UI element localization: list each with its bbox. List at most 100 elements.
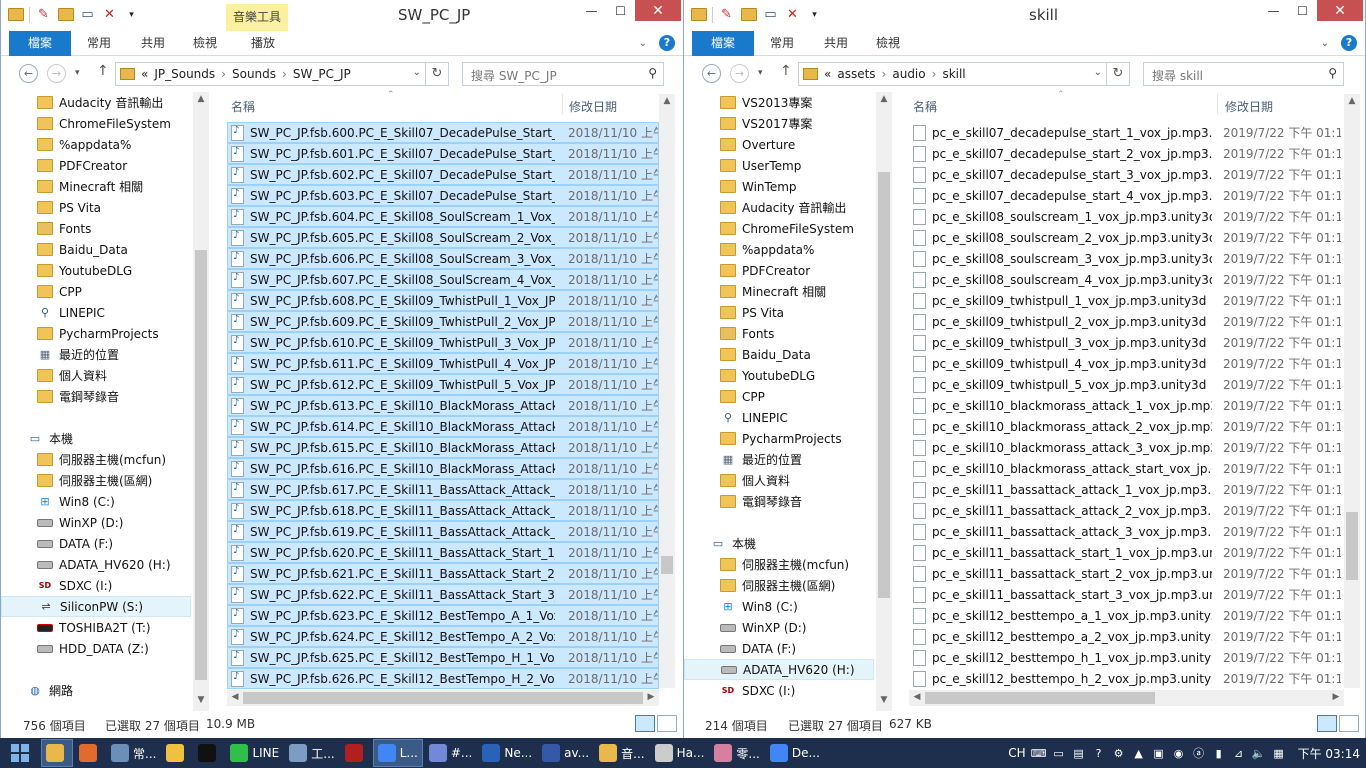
expand-ribbon-icon[interactable]: ⌄ (1321, 38, 1329, 49)
tab-view[interactable]: 檢視 (862, 31, 914, 56)
file-row[interactable]: pc_e_skill09_twhistpull_1_vox_jp.mp3.uni… (909, 290, 1342, 311)
file-row[interactable]: SW_PC_JP.fsb.615.PC_E_Skill10_BlackMoras… (227, 437, 659, 458)
power-icon[interactable]: ▮ (1212, 746, 1226, 760)
file-row[interactable]: pc_e_skill11_bassattack_start_3_vox_jp.m… (909, 584, 1342, 605)
nav-item[interactable]: Fonts (684, 323, 874, 344)
file-row[interactable]: pc_e_skill08_soulscream_4_vox_jp.mp3.uni… (909, 269, 1342, 290)
tab-home[interactable]: 常用 (754, 31, 810, 56)
file-row[interactable]: pc_e_skill07_decadepulse_start_1_vox_jp.… (909, 122, 1342, 143)
nav-item[interactable]: YoutubeDLG (684, 365, 874, 386)
taskbar-item[interactable] (194, 739, 224, 767)
scroll-down-icon[interactable]: ▼ (193, 695, 209, 705)
nav-item[interactable]: %appdata% (1, 134, 191, 155)
address-dropdown-icon[interactable]: ⌄ (413, 67, 421, 78)
horizontal-scrollbar[interactable]: ◀ ▶ (909, 690, 1344, 706)
forward-button[interactable]: → (730, 64, 749, 83)
nav-item[interactable]: Audacity 音訊輸出 (684, 197, 874, 218)
nav-item[interactable]: SD SDXC (I:) (1, 575, 191, 596)
nav-item[interactable]: 伺服器主機(mcfun) (684, 554, 874, 575)
taskbar-item[interactable]: 音... (595, 739, 648, 767)
nav-item[interactable]: PDFCreator (684, 260, 874, 281)
file-row[interactable]: SW_PC_JP.fsb.611.PC_E_Skill09_TwhistPull… (227, 353, 659, 374)
nav-item[interactable]: Minecraft 相關 (1, 176, 191, 197)
nav-item[interactable]: PS Vita (684, 302, 874, 323)
details-view-icon[interactable] (635, 715, 655, 732)
nav-item[interactable]: WinTemp (684, 176, 874, 197)
nav-item[interactable]: VS2017專案 (684, 113, 874, 134)
file-row[interactable]: SW_PC_JP.fsb.625.PC_E_Skill12_BestTempo_… (227, 647, 659, 668)
nav-item[interactable]: ▭ 本機 (1, 428, 191, 449)
taskbar-item[interactable]: 工... (285, 739, 338, 767)
settings-icon[interactable]: ⚙ (1112, 746, 1126, 760)
taskbar-item[interactable]: LINE (226, 739, 283, 767)
taskbar-item[interactable]: Ne... (478, 739, 536, 767)
file-row[interactable]: pc_e_skill11_bassattack_attack_2_vox_jp.… (909, 500, 1342, 521)
taskbar-item[interactable] (162, 739, 192, 767)
nav-item[interactable]: PDFCreator (1, 155, 191, 176)
nav-item[interactable]: ⚲ LINEPIC (1, 302, 191, 323)
file-row[interactable]: SW_PC_JP.fsb.614.PC_E_Skill10_BlackMoras… (227, 416, 659, 437)
address-bar[interactable]: « assets › audio › skill ⌄ (798, 62, 1107, 86)
file-row[interactable]: SW_PC_JP.fsb.622.PC_E_Skill11_BassAttack… (227, 584, 659, 605)
file-row[interactable]: SW_PC_JP.fsb.602.PC_E_Skill07_DecadePuls… (227, 164, 659, 185)
nav-item[interactable]: 個人資料 (1, 365, 191, 386)
horizontal-scrollbar[interactable]: ◀ ▶ (227, 690, 659, 706)
scroll-up-icon[interactable]: ▲ (1344, 96, 1360, 106)
file-row[interactable]: pc_e_skill07_decadepulse_start_4_vox_jp.… (909, 185, 1342, 206)
nav-item[interactable]: CPP (684, 386, 874, 407)
close-button[interactable]: ✕ (1317, 0, 1363, 21)
nav-item[interactable]: VS2013專案 (684, 92, 874, 113)
file-row[interactable]: SW_PC_JP.fsb.610.PC_E_Skill09_TwhistPull… (227, 332, 659, 353)
recent-locations-icon[interactable]: ▾ (75, 68, 80, 78)
scroll-thumb[interactable] (195, 250, 207, 680)
file-row[interactable]: SW_PC_JP.fsb.613.PC_E_Skill10_BlackMoras… (227, 395, 659, 416)
scroll-thumb[interactable] (243, 692, 643, 704)
customize-dropdown-icon[interactable]: ▾ (806, 6, 823, 23)
file-row[interactable]: SW_PC_JP.fsb.620.PC_E_Skill11_BassAttack… (227, 542, 659, 563)
up-button[interactable]: ↑ (97, 63, 109, 79)
nav-scrollbar[interactable]: ▲ ▼ (193, 92, 209, 711)
column-separator[interactable] (562, 94, 563, 114)
file-row[interactable]: SW_PC_JP.fsb.609.PC_E_Skill09_TwhistPull… (227, 311, 659, 332)
tab-file[interactable]: 檔案 (692, 30, 754, 56)
tab-view[interactable]: 檢視 (179, 31, 237, 56)
new-folder-icon[interactable] (57, 6, 74, 23)
close-button[interactable]: ✕ (635, 0, 681, 21)
tab-play[interactable]: 播放 (237, 31, 289, 56)
column-date[interactable]: 修改日期 (1225, 98, 1273, 115)
address-dropdown-icon[interactable]: ⌄ (1094, 67, 1102, 78)
nav-item[interactable]: PycharmProjects (1, 323, 191, 344)
file-row[interactable]: pc_e_skill10_blackmorass_attack_1_vox_jp… (909, 395, 1342, 416)
file-row[interactable]: SW_PC_JP.fsb.600.PC_E_Skill07_DecadePuls… (227, 122, 659, 143)
properties-icon[interactable]: ✎ (718, 6, 735, 23)
nav-item[interactable]: Fonts (1, 218, 191, 239)
nav-item[interactable]: Overture (684, 134, 874, 155)
nav-item[interactable]: ◍ 網路 (1, 680, 191, 701)
scroll-thumb[interactable] (878, 172, 890, 598)
search-input[interactable]: 搜尋 SW_PC_JP ⚲ (462, 62, 664, 86)
file-row[interactable]: SW_PC_JP.fsb.616.PC_E_Skill10_BlackMoras… (227, 458, 659, 479)
nav-item[interactable]: UserTemp (684, 155, 874, 176)
up-button[interactable]: ↑ (780, 63, 792, 79)
maximize-button[interactable]: ☐ (1288, 0, 1317, 21)
display-icon[interactable]: ▭ (1052, 746, 1066, 760)
nav-item[interactable]: Baidu_Data (684, 344, 874, 365)
taskbar-item[interactable]: 常... (107, 739, 160, 767)
scroll-left-icon[interactable]: ◀ (909, 692, 925, 702)
nav-item[interactable]: ChromeFileSystem (1, 113, 191, 134)
nav-item[interactable]: DATA (F:) (1, 533, 191, 554)
nav-item[interactable]: 伺服器主機(mcfun) (1, 449, 191, 470)
scroll-thumb[interactable] (1346, 512, 1358, 580)
file-row[interactable]: SW_PC_JP.fsb.605.PC_E_Skill08_SoulScream… (227, 227, 659, 248)
nav-item[interactable]: WinXP (D:) (684, 617, 874, 638)
folder-icon[interactable] (690, 6, 707, 23)
nav-item[interactable]: PycharmProjects (684, 428, 874, 449)
start-button[interactable] (0, 738, 40, 768)
nav-item[interactable]: HDD_DATA (Z:) (1, 638, 191, 659)
taskbar-item[interactable] (75, 739, 105, 767)
scroll-left-icon[interactable]: ◀ (227, 692, 243, 702)
breadcrumb-item[interactable]: Sounds (232, 67, 276, 81)
nav-item[interactable]: ⊞ Win8 (C:) (1, 491, 191, 512)
scroll-thumb[interactable] (925, 692, 1155, 704)
file-row[interactable]: SW_PC_JP.fsb.601.PC_E_Skill07_DecadePuls… (227, 143, 659, 164)
